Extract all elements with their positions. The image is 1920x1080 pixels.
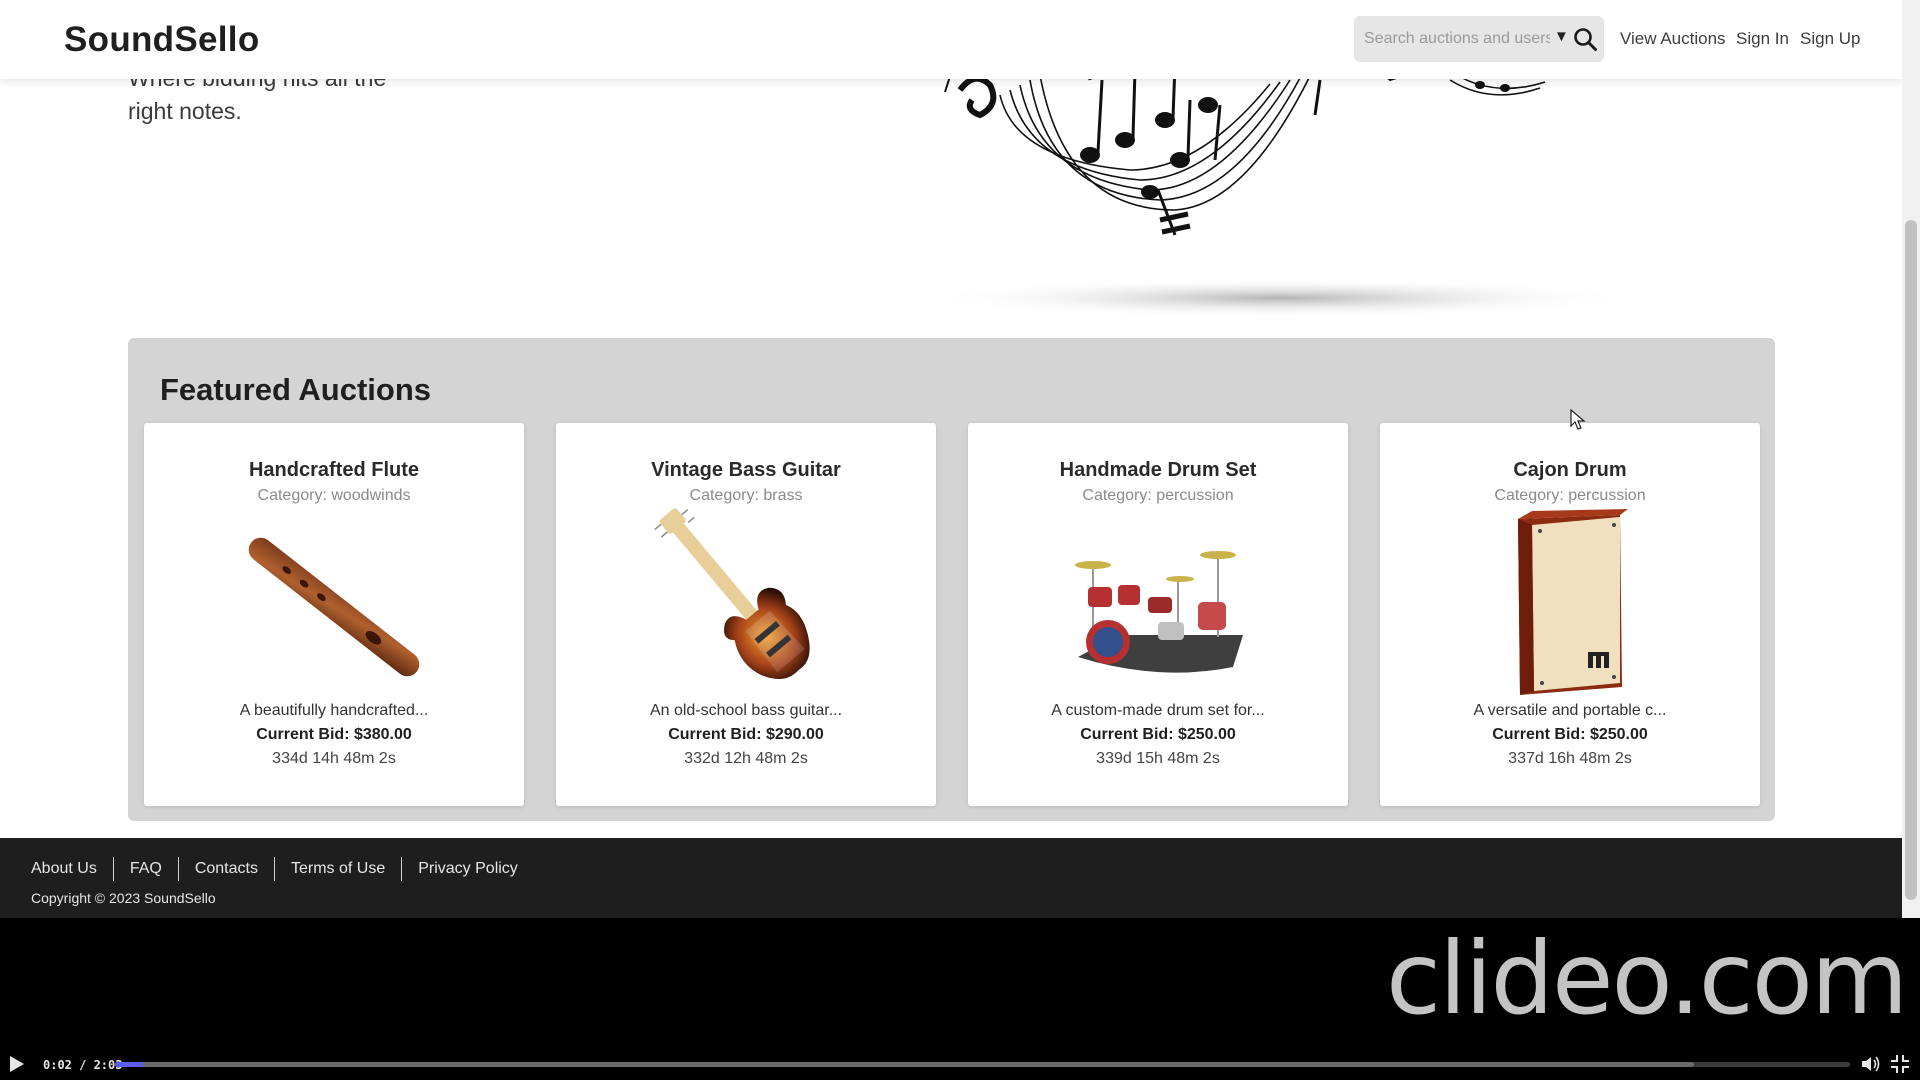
site-header: SoundSello ▼ View Auctions Sign In Sign …	[0, 0, 1902, 79]
auction-description: A versatile and portable c...	[1473, 702, 1667, 719]
watermark: clideo.com	[1386, 920, 1908, 1037]
caret-down-icon[interactable]: ▼	[1554, 28, 1569, 45]
auction-card[interactable]: Cajon Drum Category: percussion A versat	[1380, 423, 1760, 806]
bass-guitar-icon[interactable]	[646, 507, 846, 707]
copyright-text: Copyright © 2023 SoundSello	[31, 890, 216, 906]
footer-link-privacy-policy[interactable]: Privacy Policy	[401, 857, 534, 881]
drum-set-icon[interactable]	[1058, 507, 1258, 707]
time-remaining: 339d 15h 48m 2s	[1096, 750, 1220, 767]
auction-card[interactable]: Vintage Bass Guitar Category: brass An o…	[556, 423, 936, 806]
auction-category: Category: brass	[689, 487, 803, 504]
auction-card[interactable]: Handcrafted Flute Category: woodwinds A …	[144, 423, 524, 806]
time-remaining: 334d 14h 48m 2s	[272, 750, 396, 767]
time-remaining: 332d 12h 48m 2s	[684, 750, 808, 767]
auction-category: Category: percussion	[1082, 487, 1234, 504]
nav-view-auctions[interactable]: View Auctions	[1620, 29, 1726, 49]
footer-link-faq[interactable]: FAQ	[112, 857, 178, 881]
search-box[interactable]: ▼	[1354, 16, 1604, 62]
auction-category: Category: percussion	[1494, 487, 1646, 504]
search-icon[interactable]	[1572, 26, 1598, 52]
current-bid: Current Bid: $290.00	[668, 726, 824, 743]
footer-link-contacts[interactable]: Contacts	[177, 857, 274, 881]
browser-viewport: SoundSello ▼ View Auctions Sign In Sign …	[0, 0, 1920, 918]
progress-buffered	[115, 1062, 1694, 1067]
time-remaining: 337d 16h 48m 2s	[1508, 750, 1632, 767]
site-footer: About Us FAQ Contacts Terms of Use Priva…	[0, 838, 1902, 918]
nav-sign-in[interactable]: Sign In	[1736, 29, 1789, 49]
auction-category: Category: woodwinds	[257, 487, 411, 504]
section-title: Featured Auctions	[160, 372, 431, 407]
mouse-pointer-icon	[1570, 409, 1586, 430]
playback-time: 0:02 / 2:03	[43, 1058, 123, 1072]
progress-bar[interactable]	[115, 1062, 1850, 1067]
auction-title[interactable]: Vintage Bass Guitar	[556, 459, 936, 482]
auction-description: An old-school bass guitar...	[649, 702, 843, 719]
footer-link-terms-of-use[interactable]: Terms of Use	[273, 857, 401, 881]
featured-auctions-section: Featured Auctions Handcrafted Flute Cate…	[128, 338, 1775, 821]
auction-title[interactable]: Handcrafted Flute	[144, 459, 524, 482]
search-input[interactable]	[1364, 27, 1550, 51]
nav-sign-up[interactable]: Sign Up	[1800, 29, 1860, 49]
auction-card[interactable]: Handmade Drum Set Category: percussion A…	[968, 423, 1348, 806]
scrollbar-thumb[interactable]	[1905, 220, 1917, 900]
music-notes-illustration	[920, 62, 1640, 318]
site-logo[interactable]: SoundSello	[64, 20, 260, 60]
video-player-controls: 0:02 / 2:03	[0, 1048, 1920, 1080]
progress-played	[115, 1062, 143, 1067]
current-bid: Current Bid: $380.00	[256, 726, 412, 743]
footer-links: About Us FAQ Contacts Terms of Use Priva…	[31, 857, 534, 881]
footer-link-about-us[interactable]: About Us	[31, 857, 113, 881]
flute-icon[interactable]	[234, 507, 434, 707]
auction-title[interactable]: Cajon Drum	[1380, 459, 1760, 482]
current-bid: Current Bid: $250.00	[1492, 726, 1648, 743]
play-icon[interactable]	[9, 1055, 25, 1073]
auction-description: A custom-made drum set for...	[1051, 702, 1265, 719]
auction-title[interactable]: Handmade Drum Set	[968, 459, 1348, 482]
current-bid: Current Bid: $250.00	[1080, 726, 1236, 743]
exit-fullscreen-icon[interactable]	[1890, 1054, 1910, 1074]
scrollbar[interactable]	[1902, 0, 1920, 918]
auction-description: A beautifully handcrafted...	[239, 702, 429, 719]
cajon-drum-icon[interactable]	[1470, 507, 1670, 707]
volume-icon[interactable]	[1860, 1054, 1882, 1074]
